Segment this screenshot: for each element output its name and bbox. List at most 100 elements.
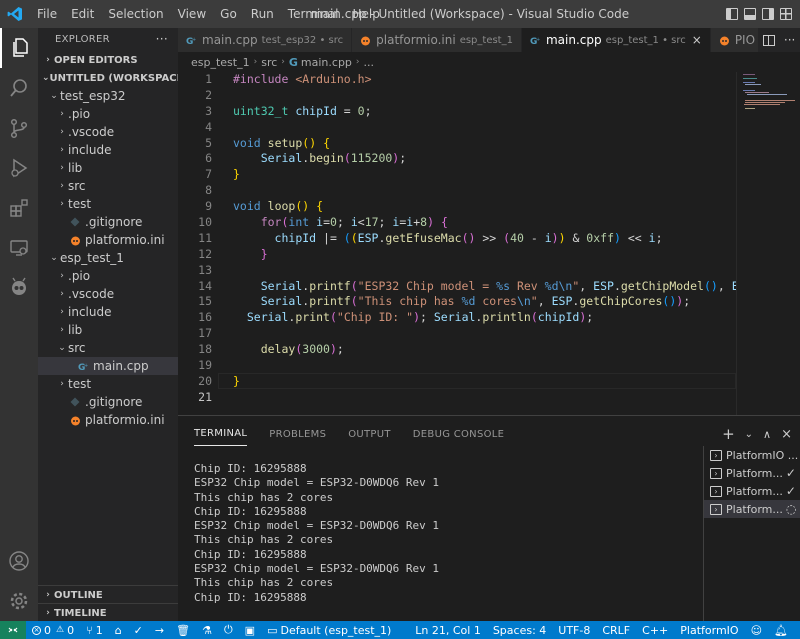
workspace-section[interactable]: ⌄ UNTITLED (WORKSPACE) (38, 69, 178, 87)
tab-description: esp_test_1 (459, 34, 513, 46)
language-mode[interactable]: C++ (642, 624, 668, 637)
chevron-right-icon: › (60, 307, 64, 317)
pio-build-icon[interactable]: ✓ (134, 624, 143, 637)
menu-file[interactable]: File (30, 0, 64, 28)
tab-terminal[interactable]: TERMINAL (194, 428, 248, 446)
feedback-icon[interactable]: ☺ (751, 624, 762, 637)
terminal-output[interactable]: Chip ID: 16295888 ESP32 Chip model = ESP3… (194, 462, 694, 605)
breadcrumb-symbols[interactable]: ... (364, 56, 375, 69)
line-number: 14 (198, 278, 212, 293)
tree-item[interactable]: › .pio (38, 105, 178, 123)
maximize-panel-icon[interactable]: ∧ (763, 428, 771, 441)
split-editor-icon[interactable] (762, 34, 775, 46)
menu-run[interactable]: Run (244, 0, 281, 28)
tree-item[interactable]: G + main.cpp (38, 357, 178, 375)
toggle-secondary-sidebar-icon[interactable] (762, 8, 774, 20)
new-terminal-icon[interactable]: + (722, 425, 735, 443)
settings-gear-icon[interactable] (0, 581, 38, 621)
tab-description: test_esp32 • src (261, 34, 344, 46)
tree-item[interactable]: ⌄ test_esp32 (38, 87, 178, 105)
source-control-icon[interactable] (0, 108, 38, 148)
git-status[interactable]: ⑂ 1 (86, 624, 103, 637)
tab-main-cpp-esp-test-1[interactable]: G + main.cpp esp_test_1 • src × (521, 28, 711, 52)
minimap[interactable] (736, 72, 800, 415)
tab-output[interactable]: OUTPUT (348, 429, 391, 440)
tree-item[interactable]: › test (38, 195, 178, 213)
platformio-file-icon (68, 415, 82, 426)
line-number: 21 (198, 389, 212, 404)
menu-edit[interactable]: Edit (64, 0, 101, 28)
tree-item[interactable]: platformio.ini (38, 231, 178, 249)
problems-status[interactable]: × 0 ⚠ 0 (32, 624, 74, 637)
encoding[interactable]: UTF-8 (558, 624, 590, 637)
tree-item[interactable]: .gitignore (38, 393, 178, 411)
tree-item[interactable]: platformio.ini (38, 411, 178, 429)
pio-serial-monitor-icon[interactable]: ⏻ (224, 623, 233, 637)
run-debug-icon[interactable] (0, 148, 38, 188)
outline-section[interactable]: › OUTLINE (38, 585, 178, 604)
end-of-line[interactable]: CRLF (602, 624, 630, 637)
tree-item[interactable]: ⌄ esp_test_1 (38, 249, 178, 267)
more-actions-icon[interactable]: ··· (156, 32, 168, 46)
terminal-instance[interactable]: › Platform... ◌ (704, 500, 800, 518)
code-content[interactable]: #include <Arduino.h> uint32_t chipId = 0… (233, 72, 743, 406)
chevron-down-icon: ⌄ (58, 343, 66, 353)
tree-item[interactable]: › .pio (38, 267, 178, 285)
pio-environment[interactable]: ▭ Default (esp_test_1) (267, 624, 391, 637)
platformio-icon[interactable] (0, 268, 38, 308)
close-panel-icon[interactable]: × (781, 427, 792, 442)
close-tab-icon[interactable]: × (692, 33, 702, 47)
open-editors-section[interactable]: › OPEN EDITORS (38, 51, 178, 69)
tab-platformio-ini[interactable]: platformio.ini esp_test_1 (352, 28, 522, 52)
search-icon[interactable] (0, 68, 38, 108)
terminal-line: This chip has 2 cores (194, 490, 334, 504)
explorer-header: EXPLORER ··· (38, 28, 178, 50)
folder-icon: ▭ (267, 623, 278, 637)
indentation[interactable]: Spaces: 4 (493, 624, 546, 637)
explorer-icon[interactable] (0, 28, 38, 68)
terminal-instance[interactable]: › Platform... ✓ (704, 464, 800, 482)
pio-test-icon[interactable]: ⚗ (202, 624, 212, 637)
tab-debug-console[interactable]: DEBUG CONSOLE (413, 429, 504, 440)
customize-layout-icon[interactable] (780, 8, 792, 20)
account-icon[interactable] (0, 541, 38, 581)
pio-upload-icon[interactable]: → (155, 624, 164, 637)
tree-item[interactable]: › test (38, 375, 178, 393)
pio-terminal-icon[interactable]: ▣ (245, 624, 255, 637)
line-number: 8 (205, 183, 212, 198)
tab-problems[interactable]: PROBLEMS (269, 429, 326, 440)
tree-item[interactable]: ⌄ src (38, 339, 178, 357)
terminal-instance[interactable]: › Platform... ✓ (704, 482, 800, 500)
menu-selection[interactable]: Selection (101, 0, 170, 28)
terminal-instance[interactable]: › PlatformIO ... (704, 446, 800, 464)
more-actions-icon[interactable]: ··· (784, 33, 795, 47)
platformio-status[interactable]: PlatformIO (680, 624, 738, 637)
breadcrumb-file[interactable]: main.cpp (301, 56, 352, 69)
pio-home-icon[interactable]: ⌂ (115, 624, 122, 637)
remote-indicator-icon[interactable] (0, 621, 26, 639)
pio-clean-icon[interactable]: 🗑 (176, 624, 190, 637)
menu-view[interactable]: View (171, 0, 213, 28)
tree-item[interactable]: .gitignore (38, 213, 178, 231)
tree-item[interactable]: › lib (38, 159, 178, 177)
tree-item[interactable]: › include (38, 141, 178, 159)
cursor-position[interactable]: Ln 21, Col 1 (415, 624, 481, 637)
toggle-panel-icon[interactable] (744, 8, 756, 20)
tree-item[interactable]: › include (38, 303, 178, 321)
timeline-section[interactable]: › TIMELINE (38, 603, 178, 621)
tree-item[interactable]: › .vscode (38, 285, 178, 303)
tree-item[interactable]: › lib (38, 321, 178, 339)
breadcrumb-src[interactable]: src (261, 56, 277, 69)
code-editor[interactable]: 1 2 3 4 5 6 7 8 9 10 11 12 13 14 15 16 17 18 19 20 21 #inclu… (178, 72, 800, 415)
notifications-bell-icon[interactable]: 🔔︎ (774, 624, 788, 637)
tab-main-cpp-test-esp32[interactable]: G + main.cpp test_esp32 • src (178, 28, 353, 52)
toggle-sidebar-icon[interactable] (726, 8, 738, 20)
chevron-right-icon: › (46, 55, 50, 65)
remote-explorer-icon[interactable] (0, 228, 38, 268)
extensions-icon[interactable] (0, 188, 38, 228)
breadcrumb-folder[interactable]: esp_test_1 (191, 56, 250, 69)
tree-item[interactable]: › src (38, 177, 178, 195)
menu-go[interactable]: Go (213, 0, 244, 28)
chevron-down-icon[interactable]: ⌄ (745, 429, 753, 440)
tree-item[interactable]: › .vscode (38, 123, 178, 141)
